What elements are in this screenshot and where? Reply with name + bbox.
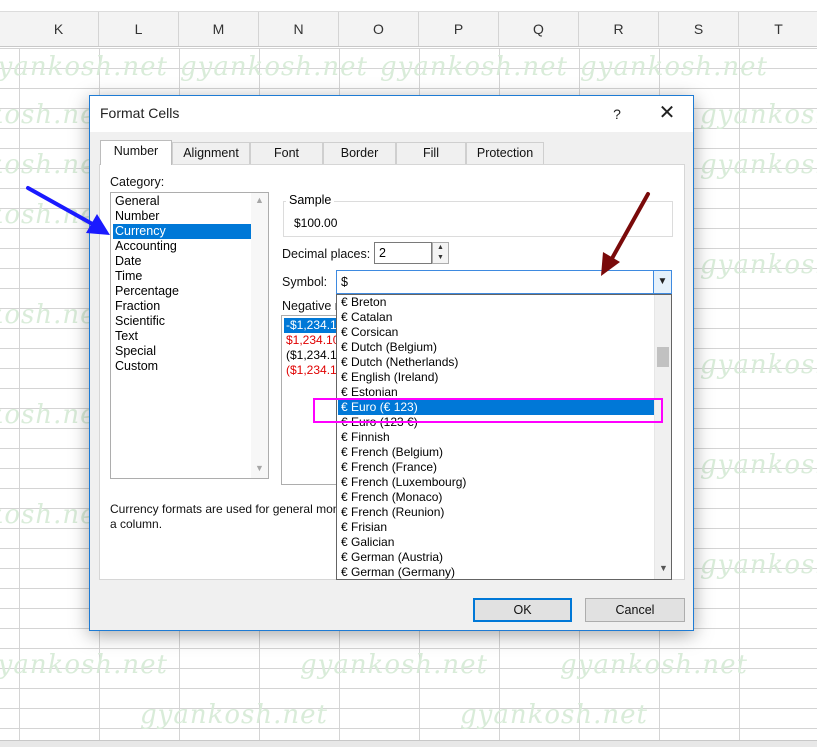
symbol-options-scrollbar[interactable]: ▼ [654,295,671,579]
watermark: gyankosh.net [380,52,568,82]
scroll-down-icon[interactable]: ▼ [659,563,668,573]
status-bar [0,740,817,747]
column-header-n[interactable]: N [259,12,339,46]
symbol-option[interactable]: € English (Ireland) [338,370,654,385]
symbol-value: $ [341,275,348,289]
symbol-option[interactable]: € Frisian [338,520,654,535]
symbol-option[interactable]: € German (Austria) [338,550,654,565]
category-item-general[interactable]: General [113,194,251,209]
format-cells-dialog: Format Cells ? ✕ Number Alignment Font B… [89,95,694,631]
column-header-k[interactable]: K [19,12,99,46]
symbol-option[interactable]: € Dutch (Netherlands) [338,355,654,370]
symbol-option[interactable]: € French (Luxembourg) [338,475,654,490]
symbol-option[interactable]: € French (Belgium) [338,445,654,460]
category-item-text[interactable]: Text [113,329,251,344]
category-item-currency[interactable]: Currency [113,224,251,239]
scroll-down-icon[interactable]: ▼ [255,463,264,473]
decimal-places-input[interactable]: 2 [374,242,432,264]
category-description: Currency formats are used for general mo… [110,502,340,531]
column-header-m[interactable]: M [179,12,259,46]
category-item-scientific[interactable]: Scientific [113,314,251,329]
negative-numbers-label: Negative n [282,299,342,313]
column-headers: K L M N O P Q R S T [0,11,817,47]
spin-up-icon[interactable]: ▲ [433,243,448,253]
tab-number[interactable]: Number [100,140,172,165]
watermark: gyankosh.net [700,450,817,480]
category-item-custom[interactable]: Custom [113,359,251,374]
decimal-places-label: Decimal places: [282,247,371,261]
tab-border[interactable]: Border [323,142,396,164]
symbol-option[interactable]: € Galician [338,535,654,550]
column-header-r[interactable]: R [579,12,659,46]
watermark: gyankosh.net [300,650,488,680]
category-item-percentage[interactable]: Percentage [113,284,251,299]
column-header-l[interactable]: L [99,12,179,46]
watermark: gyankosh.net [700,250,817,280]
spin-down-icon[interactable]: ▼ [433,253,448,263]
chevron-down-icon[interactable]: ▼ [653,271,671,293]
category-item-special[interactable]: Special [113,344,251,359]
watermark: gyankosh.net [580,52,768,82]
ok-button[interactable]: OK [473,598,572,622]
symbol-option[interactable]: € Corsican [338,325,654,340]
column-header-s[interactable]: S [659,12,739,46]
sample-group [283,201,673,237]
sample-value: $100.00 [294,216,338,230]
category-item-time[interactable]: Time [113,269,251,284]
watermark: gyankosh.net [700,350,817,380]
symbol-option[interactable]: € Finnish [338,430,654,445]
symbol-dropdown[interactable]: $ ▼ [336,270,672,294]
cancel-button[interactable]: Cancel [585,598,685,622]
category-scrollbar[interactable]: ▲ ▼ [251,193,268,478]
watermark: gyankosh.net [560,650,748,680]
column-header-t[interactable]: T [739,12,817,46]
column-header-p[interactable]: P [419,12,499,46]
highlight-box [313,398,663,423]
watermark: gyankosh.net [700,150,817,180]
tab-fill[interactable]: Fill [396,142,466,164]
symbol-option[interactable]: € Catalan [338,310,654,325]
column-header-o[interactable]: O [339,12,419,46]
category-list[interactable]: General Number Currency Accounting Date … [110,192,269,479]
sample-label: Sample [286,193,335,207]
watermark: gyankosh.net [460,700,648,730]
symbol-option[interactable]: € French (Reunion) [338,505,654,520]
category-label: Category: [110,175,165,189]
tab-protection[interactable]: Protection [466,142,544,164]
watermark: gyankosh.net [0,52,168,82]
category-item-accounting[interactable]: Accounting [113,239,251,254]
help-button[interactable]: ? [602,102,632,126]
symbol-option[interactable]: € Dutch (Belgium) [338,340,654,355]
watermark: gyankosh.net [0,650,168,680]
tab-font[interactable]: Font [250,142,323,164]
symbol-option[interactable]: € Breton [338,295,654,310]
dialog-title: Format Cells [100,105,180,121]
tab-alignment[interactable]: Alignment [172,142,250,164]
symbol-label: Symbol: [282,275,328,289]
scroll-up-icon[interactable]: ▲ [255,195,264,205]
watermark: gyankosh.net [700,100,817,130]
dialog-titlebar[interactable]: Format Cells ? ✕ [90,96,693,132]
close-button[interactable]: ✕ [652,100,682,126]
decimal-places-spinner[interactable]: ▲ ▼ [432,242,449,264]
watermark: gyankosh.net [180,52,368,82]
column-header-q[interactable]: Q [499,12,579,46]
negative-format-item[interactable]: ($1,234.10 [284,363,343,378]
symbol-option[interactable]: € German (Germany) [338,565,654,579]
category-item-fraction[interactable]: Fraction [113,299,251,314]
symbol-option[interactable]: € French (Monaco) [338,490,654,505]
watermark: gyankosh.net [140,700,328,730]
scrollbar-thumb[interactable] [657,347,669,367]
category-item-number[interactable]: Number [113,209,251,224]
negative-format-item[interactable]: ($1,234.10 [284,348,343,363]
symbol-options-list[interactable]: € Breton € Catalan € Corsican € Dutch (B… [336,294,672,580]
watermark: gyankosh.net [700,550,817,580]
negative-format-item[interactable]: $1,234.10 [284,333,339,348]
symbol-option[interactable]: € French (France) [338,460,654,475]
category-item-date[interactable]: Date [113,254,251,269]
